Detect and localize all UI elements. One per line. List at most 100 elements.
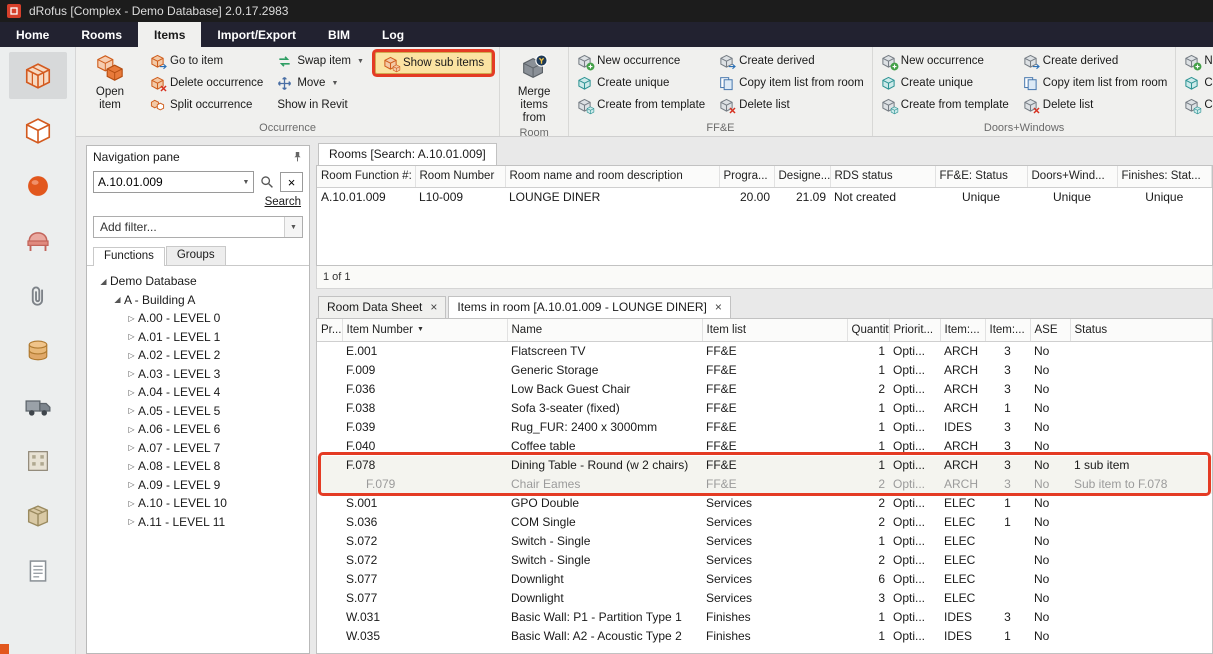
swap-item-button[interactable]: Swap item ▼ <box>270 50 371 72</box>
menu-tab[interactable]: Log <box>366 22 420 47</box>
menu-tab[interactable]: Items <box>138 22 201 47</box>
search-icon[interactable] <box>258 175 276 189</box>
item-row[interactable]: S.077 Downlight Services 3 Opti... ELEC … <box>317 589 1212 608</box>
item-row[interactable]: F.040 Coffee table FF&E 1 Opti... ARCH 3… <box>317 437 1212 456</box>
item-row[interactable]: F.038 Sofa 3-seater (fixed) FF&E 1 Opti.… <box>317 399 1212 418</box>
tree-expander-icon[interactable]: ◢ <box>111 295 124 304</box>
column-header-finishes-status[interactable]: Finishes: Stat... <box>1117 166 1212 188</box>
ffe-delete-list-button[interactable]: Delete list <box>712 94 871 116</box>
tree-item[interactable]: ▷ A.09 - LEVEL 9 <box>89 476 307 495</box>
column-header-item-number[interactable]: Item Number▼ <box>342 319 507 342</box>
menu-tab[interactable]: BIM <box>312 22 366 47</box>
tree-expander-icon[interactable]: ▷ <box>125 369 138 378</box>
sidebar-item-occurrences[interactable] <box>9 107 67 154</box>
pin-icon[interactable] <box>292 151 303 162</box>
open-item-button[interactable]: Open item <box>77 48 143 121</box>
tree-expander-icon[interactable]: ▷ <box>125 517 138 526</box>
dw-copy-item-list-button[interactable]: Copy item list from room <box>1016 72 1175 94</box>
go-to-item-button[interactable]: Go to item <box>143 50 270 72</box>
tree-expander-icon[interactable]: ▷ <box>125 480 138 489</box>
tree-expander-icon[interactable]: ▷ <box>125 314 138 323</box>
tree-item[interactable]: ▷ A.05 - LEVEL 5 <box>89 402 307 421</box>
column-header-ffe-status[interactable]: FF&E: Status <box>935 166 1027 188</box>
delete-occurrence-button[interactable]: Delete occurrence <box>143 72 270 94</box>
column-header-quantity[interactable]: Quantity <box>847 319 889 342</box>
item-row[interactable]: S.036 COM Single Services 2 Opti... ELEC… <box>317 513 1212 532</box>
item-row[interactable]: F.079 Chair Eames FF&E 2 Opti... ARCH 3 … <box>317 475 1212 494</box>
tree-item[interactable]: ▷ A.07 - LEVEL 7 <box>89 439 307 458</box>
sidebar-item-products[interactable] <box>9 162 67 209</box>
column-header-item-resp[interactable]: Item:... <box>940 319 985 342</box>
tree-item[interactable]: ▷ A.04 - LEVEL 4 <box>89 383 307 402</box>
dw-create-from-template-button[interactable]: Create from template <box>874 94 1016 116</box>
tree-expander-icon[interactable]: ▷ <box>125 332 138 341</box>
column-header-item-level[interactable]: Item:... <box>985 319 1030 342</box>
room-row[interactable]: A.10.01.009 L10-009 LOUNGE DINER 20.00 2… <box>317 188 1212 208</box>
move-button[interactable]: Move ▼ <box>270 72 371 94</box>
sidebar-item-finance[interactable] <box>9 327 67 374</box>
nav-tab[interactable]: Functions <box>93 247 165 266</box>
detail-tab[interactable]: Items in room [A.10.01.009 - LOUNGE DINE… <box>448 296 730 318</box>
menu-tab[interactable]: Import/Export <box>201 22 312 47</box>
tree-expander-icon[interactable]: ▷ <box>125 406 138 415</box>
column-header-item-list[interactable]: Item list <box>702 319 847 342</box>
column-header-status[interactable]: Status <box>1070 319 1212 342</box>
column-header-room-number[interactable]: Room Number <box>415 166 505 188</box>
ffe-copy-item-list-button[interactable]: Copy item list from room <box>712 72 871 94</box>
sidebar-item-buildings[interactable] <box>9 437 67 484</box>
tree-item[interactable]: ▷ A.10 - LEVEL 10 <box>89 494 307 513</box>
search-link[interactable]: Search <box>265 196 301 208</box>
tree-item[interactable]: ◢ A - Building A <box>89 291 307 310</box>
add-filter-dropdown[interactable]: Add filter... ▼ <box>93 216 303 238</box>
merge-items-from-button[interactable]: Merge items from <box>501 48 567 126</box>
ffe-create-from-template-button[interactable]: Create from template <box>570 94 712 116</box>
menu-tab[interactable]: Home <box>0 22 65 47</box>
sidebar-item-logistics[interactable] <box>9 382 67 429</box>
tree-item[interactable]: ▷ A.11 - LEVEL 11 <box>89 513 307 532</box>
clear-search-button[interactable]: × <box>280 172 303 192</box>
column-header-rds-status[interactable]: RDS status <box>830 166 935 188</box>
overflow-new-occurrence-button[interactable]: New occurrence <box>1177 50 1213 72</box>
tree-expander-icon[interactable]: ▷ <box>125 388 138 397</box>
tree-expander-icon[interactable]: ▷ <box>125 351 138 360</box>
item-row[interactable]: W.031 Basic Wall: P1 - Partition Type 1 … <box>317 608 1212 627</box>
close-tab-icon[interactable]: × <box>430 300 437 314</box>
tree-item[interactable]: ▷ A.02 - LEVEL 2 <box>89 346 307 365</box>
item-row[interactable]: F.036 Low Back Guest Chair FF&E 2 Opti..… <box>317 380 1212 399</box>
split-occurrence-button[interactable]: Split occurrence <box>143 94 270 116</box>
sidebar-item-items[interactable] <box>9 52 67 99</box>
sidebar-item-furniture[interactable] <box>9 217 67 264</box>
search-input[interactable] <box>94 175 239 189</box>
item-row[interactable]: F.039 Rug_FUR: 2400 x 3000mm FF&E 1 Opti… <box>317 418 1212 437</box>
tree-item[interactable]: ▷ A.00 - LEVEL 0 <box>89 309 307 328</box>
column-header-name[interactable]: Name <box>507 319 702 342</box>
column-header-designed[interactable]: Designe... <box>774 166 830 188</box>
nav-tab[interactable]: Groups <box>166 246 226 265</box>
tree-item[interactable]: ▷ A.08 - LEVEL 8 <box>89 457 307 476</box>
tree-expander-icon[interactable]: ▷ <box>125 499 138 508</box>
dw-new-occurrence-button[interactable]: New occurrence <box>874 50 1016 72</box>
rooms-tab[interactable]: Rooms [Search: A.10.01.009] <box>318 143 497 165</box>
menu-tab[interactable]: Rooms <box>65 22 138 47</box>
column-header-priority[interactable]: Priorit... <box>889 319 940 342</box>
tree-expander-icon[interactable]: ▷ <box>125 425 138 434</box>
tree-expander-icon[interactable]: ◢ <box>97 277 110 286</box>
tree-item[interactable]: ▷ A.03 - LEVEL 3 <box>89 365 307 384</box>
ffe-new-occurrence-button[interactable]: New occurrence <box>570 50 712 72</box>
item-row[interactable]: E.001 Flatscreen TV FF&E 1 Opti... ARCH … <box>317 342 1212 362</box>
ffe-create-derived-button[interactable]: Create derived <box>712 50 871 72</box>
search-dropdown-caret-icon[interactable]: ▼ <box>239 179 253 186</box>
column-header-priority-flag[interactable]: Pr... <box>317 319 342 342</box>
column-header-ase[interactable]: ASE <box>1030 319 1070 342</box>
item-row[interactable]: S.077 Downlight Services 6 Opti... ELEC … <box>317 570 1212 589</box>
ffe-create-unique-button[interactable]: Create unique <box>570 72 712 94</box>
search-combobox[interactable]: ▼ <box>93 171 254 193</box>
sidebar-item-attachments[interactable] <box>9 272 67 319</box>
item-row[interactable]: S.072 Switch - Single Services 1 Opti...… <box>317 532 1212 551</box>
sidebar-item-packages[interactable] <box>9 492 67 539</box>
close-tab-icon[interactable]: × <box>715 300 722 314</box>
column-header-room-function[interactable]: Room Function #: <box>317 166 415 188</box>
tree-item[interactable]: ▷ A.01 - LEVEL 1 <box>89 328 307 347</box>
column-header-programmed[interactable]: Progra... <box>719 166 774 188</box>
detail-tab[interactable]: Room Data Sheet × <box>318 296 446 318</box>
